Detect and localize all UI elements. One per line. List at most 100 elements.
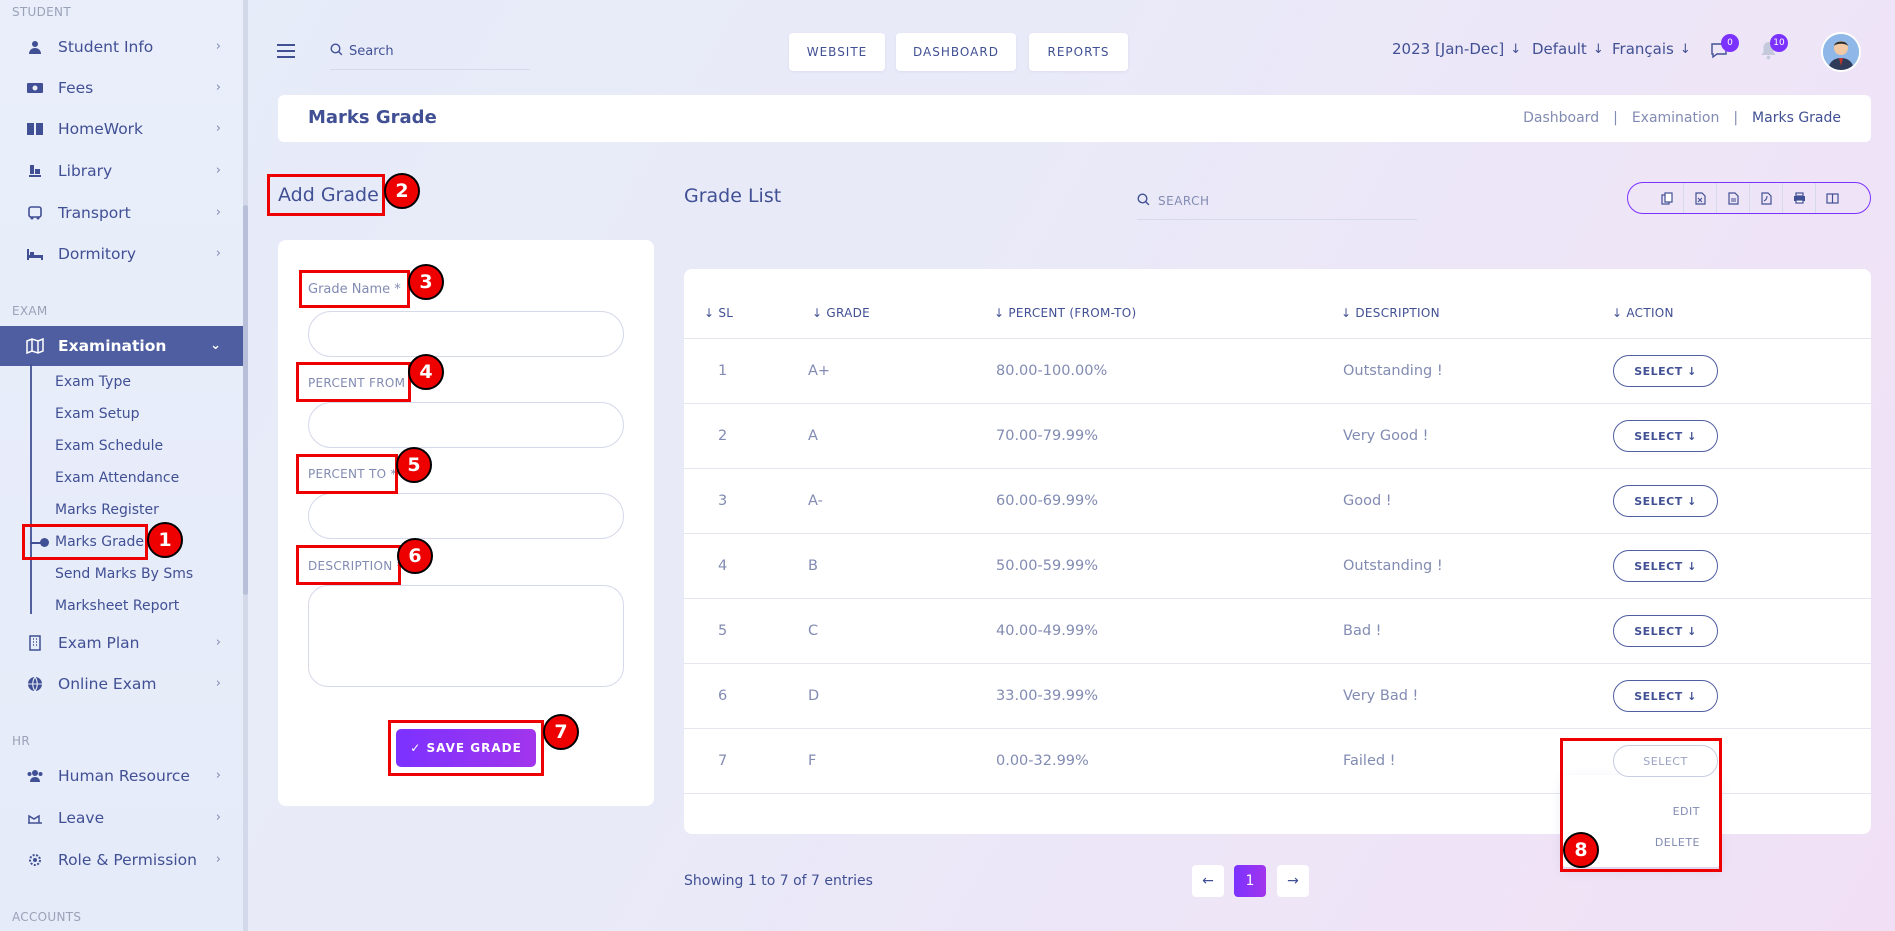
sidebar-item-label: Leave: [58, 809, 105, 827]
leave-icon: [24, 807, 46, 829]
csv-icon[interactable]: [1716, 183, 1749, 213]
session-select[interactable]: 2023 [Jan-Dec] ↓: [1392, 40, 1521, 58]
select-action-button[interactable]: SELECT ↓: [1613, 680, 1718, 712]
submenu-line: [30, 364, 32, 614]
dashboard-button[interactable]: DASHBOARD: [896, 33, 1016, 71]
chevron-right-icon: ›: [215, 768, 221, 783]
next-page-button[interactable]: →: [1277, 865, 1309, 897]
select-action-button[interactable]: SELECT ↓: [1613, 550, 1718, 582]
copy-icon[interactable]: [1650, 183, 1683, 213]
sidebar-item-fees[interactable]: Fees ›: [0, 68, 243, 108]
sidebar-item-online-exam[interactable]: Online Exam ›: [0, 664, 243, 704]
chevron-right-icon: ›: [215, 205, 221, 220]
arrow-down-icon: ↓: [1592, 41, 1604, 57]
chevron-right-icon: ›: [215, 810, 221, 825]
submenu-exam-schedule[interactable]: Exam Schedule: [55, 438, 163, 454]
annotation-badge-8: 8: [1563, 832, 1599, 868]
cell-sl: 4: [718, 558, 728, 574]
excel-icon[interactable]: [1683, 183, 1716, 213]
pdf-icon[interactable]: [1749, 183, 1782, 213]
website-button[interactable]: WEBSITE: [789, 33, 885, 71]
column-header-description[interactable]: ↓ DESCRIPTION: [1341, 306, 1440, 320]
description-field[interactable]: [308, 585, 624, 687]
select-action-button[interactable]: SELECT ↓: [1613, 615, 1718, 647]
column-header-grade[interactable]: ↓ GRADE: [812, 306, 870, 320]
select-action-button[interactable]: SELECT ↓: [1613, 355, 1718, 387]
grade-list-search-placeholder: SEARCH: [1158, 193, 1210, 208]
top-search-input[interactable]: Search: [330, 34, 530, 70]
chevron-right-icon: ›: [215, 852, 221, 867]
submenu-send-marks-by-sms[interactable]: Send Marks By Sms: [55, 566, 193, 582]
globe-icon: [24, 673, 46, 695]
chevron-right-icon: ›: [215, 635, 221, 650]
prev-page-button[interactable]: ←: [1192, 865, 1224, 897]
language-select[interactable]: Français ↓: [1612, 40, 1691, 58]
column-header-action[interactable]: ↓ ACTION: [1612, 306, 1674, 320]
columns-icon[interactable]: [1815, 183, 1848, 213]
users-icon: [24, 765, 46, 787]
cell-percent: 0.00-32.99%: [996, 753, 1089, 769]
submenu-exam-type[interactable]: Exam Type: [55, 374, 131, 390]
cell-grade: B: [808, 558, 818, 574]
cell-description: Very Bad !: [1343, 688, 1419, 704]
breadcrumb-dashboard[interactable]: Dashboard: [1523, 110, 1599, 126]
sidebar-item-label: Student Info: [58, 38, 154, 56]
cell-percent: 70.00-79.99%: [996, 428, 1099, 444]
cell-sl: 1: [718, 363, 728, 379]
sidebar-item-library[interactable]: Library ›: [0, 151, 243, 191]
avatar[interactable]: [1821, 32, 1861, 72]
submenu-marksheet-report[interactable]: Marksheet Report: [55, 598, 179, 614]
reports-button[interactable]: REPORTS: [1029, 33, 1128, 71]
section-exam: EXAM: [12, 304, 48, 318]
percent-to-field[interactable]: [308, 493, 624, 539]
row-divider: [684, 468, 1871, 469]
sidebar-item-student-info[interactable]: Student Info ›: [0, 27, 243, 67]
submenu-exam-setup[interactable]: Exam Setup: [55, 406, 140, 422]
cell-sl: 3: [718, 493, 728, 509]
annotation-badge-6: 6: [397, 538, 433, 574]
sidebar-item-human-resource[interactable]: Human Resource ›: [0, 756, 243, 796]
submenu-marks-register[interactable]: Marks Register: [55, 502, 159, 518]
column-header-label: DESCRIPTION: [1355, 306, 1440, 320]
percent-from-field[interactable]: [308, 402, 624, 448]
breadcrumb-examination[interactable]: Examination: [1632, 110, 1720, 126]
sidebar-item-leave[interactable]: Leave ›: [0, 798, 243, 838]
cell-description: Very Good !: [1343, 428, 1429, 444]
theme-select[interactable]: Default ↓: [1532, 40, 1604, 58]
sidebar-item-dormitory[interactable]: Dormitory ›: [0, 234, 243, 274]
column-header-percent[interactable]: ↓ PERCENT (FROM-TO): [994, 306, 1137, 320]
annotation-badge-7: 7: [543, 714, 579, 750]
select-action-button[interactable]: SELECT ↓: [1613, 485, 1718, 517]
sidebar-item-label: Dormitory: [58, 245, 137, 263]
sidebar-item-examination[interactable]: Examination ⌄: [0, 326, 243, 366]
map-icon: [24, 335, 46, 357]
cell-description: Failed !: [1343, 753, 1396, 769]
sidebar-item-homework[interactable]: HomeWork ›: [0, 109, 243, 149]
select-action-button[interactable]: SELECT ↓: [1613, 420, 1718, 452]
grade-list-title: Grade List: [684, 185, 782, 207]
menu-toggle-icon[interactable]: [277, 44, 295, 58]
bus-icon: [24, 202, 46, 224]
submenu-exam-attendance[interactable]: Exam Attendance: [55, 470, 179, 486]
notifications-badge: 10: [1770, 34, 1788, 52]
cell-sl: 6: [718, 688, 728, 704]
sidebar-item-role-permission[interactable]: Role & Permission ›: [0, 840, 243, 880]
cell-description: Outstanding !: [1343, 558, 1443, 574]
cell-grade: F: [808, 753, 817, 769]
page-1-button[interactable]: 1: [1234, 865, 1266, 897]
grade-list-search-input[interactable]: SEARCH: [1137, 182, 1417, 220]
page-title: Marks Grade: [308, 107, 437, 128]
sidebar-item-transport[interactable]: Transport ›: [0, 193, 243, 233]
grade-name-field[interactable]: [308, 311, 624, 357]
print-icon[interactable]: [1782, 183, 1815, 213]
sort-icon: ↓: [1612, 306, 1623, 320]
sidebar-item-label: Role & Permission: [58, 851, 197, 869]
sidebar-item-label: Online Exam: [58, 675, 157, 693]
column-header-sl[interactable]: ↓ SL: [704, 306, 733, 320]
sidebar-item-exam-plan[interactable]: Exam Plan ›: [0, 623, 243, 663]
page-title-bar: Marks Grade Dashboard | Examination | Ma…: [278, 95, 1871, 142]
row-divider: [684, 403, 1871, 404]
row-divider: [684, 338, 1871, 339]
cell-description: Bad !: [1343, 623, 1382, 639]
sidebar-scrollbar-thumb[interactable]: [243, 205, 248, 595]
